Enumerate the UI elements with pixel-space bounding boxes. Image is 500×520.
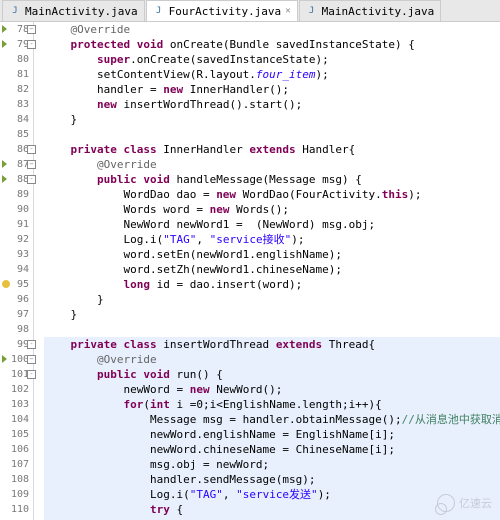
java-file-icon: J — [153, 5, 165, 17]
code-line[interactable]: private class insertWordThread extends T… — [44, 337, 500, 352]
code-line[interactable]: newWord.englishName = EnglishName[i]; — [44, 427, 500, 442]
line-number: 104 — [0, 412, 29, 427]
line-number: 87− — [0, 157, 29, 172]
tab-label: MainActivity.java — [25, 5, 138, 18]
code-line[interactable]: @Override — [44, 352, 500, 367]
fold-toggle-icon[interactable]: − — [27, 160, 36, 169]
line-number: 90 — [0, 202, 29, 217]
line-number: 88- — [0, 172, 29, 187]
code-line[interactable]: WordDao dao = new WordDao(FourActivity.t… — [44, 187, 500, 202]
line-number: 107 — [0, 457, 29, 472]
fold-toggle-icon[interactable]: − — [27, 25, 36, 34]
fold-toggle-icon[interactable]: - — [27, 340, 36, 349]
code-line[interactable]: public void run() { — [44, 367, 500, 382]
line-number: 98 — [0, 322, 29, 337]
code-line[interactable]: public void handleMessage(Message msg) { — [44, 172, 500, 187]
line-number: 102 — [0, 382, 29, 397]
tab-label: MainActivity.java — [322, 5, 435, 18]
override-marker-icon[interactable] — [2, 160, 10, 168]
line-number: 105 — [0, 427, 29, 442]
code-line[interactable]: handler = new InnerHandler(); — [44, 82, 500, 97]
code-line[interactable]: word.setZh(newWord1.chineseName); — [44, 262, 500, 277]
line-number: 108 — [0, 472, 29, 487]
line-number: 99- — [0, 337, 29, 352]
line-gutter: 78−79-80818283848586-87−88-8990919293949… — [0, 22, 34, 520]
line-number: 93 — [0, 247, 29, 262]
code-line[interactable]: Log.i("TAG", "service接收"); — [44, 232, 500, 247]
line-number: 79- — [0, 37, 29, 52]
code-line[interactable]: private class InnerHandler extends Handl… — [44, 142, 500, 157]
watermark-text: 亿速云 — [459, 495, 492, 511]
fold-toggle-icon[interactable]: − — [27, 355, 36, 364]
code-line[interactable]: } — [44, 307, 500, 322]
line-number: 95 — [0, 277, 29, 292]
tab-label: FourActivity.java — [169, 5, 282, 18]
line-number: 89 — [0, 187, 29, 202]
cloud-logo-icon — [437, 494, 455, 512]
code-area[interactable]: @Override protected void onCreate(Bundle… — [34, 22, 500, 520]
line-number: 83 — [0, 97, 29, 112]
line-number: 109 — [0, 487, 29, 502]
line-number: 82 — [0, 82, 29, 97]
fold-toggle-icon[interactable]: - — [27, 175, 36, 184]
code-line[interactable]: try { — [44, 502, 500, 517]
code-line[interactable]: super.onCreate(savedInstanceState); — [44, 52, 500, 67]
java-file-icon: J — [9, 5, 21, 17]
line-number: 100− — [0, 352, 29, 367]
line-number: 97 — [0, 307, 29, 322]
line-number: 96 — [0, 292, 29, 307]
override-marker-icon[interactable] — [2, 40, 10, 48]
line-number: 84 — [0, 112, 29, 127]
override-marker-icon[interactable] — [2, 175, 10, 183]
code-line[interactable]: @Override — [44, 157, 500, 172]
editor-tab[interactable]: J MainActivity.java — [2, 0, 145, 21]
code-line[interactable]: setContentView(R.layout.four_item); — [44, 67, 500, 82]
code-line[interactable]: handler.sendMessage(msg); — [44, 472, 500, 487]
watermark: 亿速云 — [437, 494, 492, 512]
line-number: 80 — [0, 52, 29, 67]
code-line[interactable] — [44, 322, 500, 337]
line-number: 101- — [0, 367, 29, 382]
code-line[interactable]: } — [44, 292, 500, 307]
line-number: 106 — [0, 442, 29, 457]
code-line[interactable]: newWord.chineseName = ChineseName[i]; — [44, 442, 500, 457]
line-number: 94 — [0, 262, 29, 277]
code-line[interactable]: new insertWordThread().start(); — [44, 97, 500, 112]
line-number: 85 — [0, 127, 29, 142]
code-line[interactable]: msg.obj = newWord; — [44, 457, 500, 472]
code-line[interactable]: Words word = new Words(); — [44, 202, 500, 217]
code-line[interactable]: word.setEn(newWord1.englishName); — [44, 247, 500, 262]
fold-toggle-icon[interactable]: - — [27, 145, 36, 154]
fold-toggle-icon[interactable]: - — [27, 40, 36, 49]
java-file-icon: J — [306, 5, 318, 17]
code-line[interactable]: } — [44, 112, 500, 127]
code-line[interactable]: protected void onCreate(Bundle savedInst… — [44, 37, 500, 52]
override-marker-icon[interactable] — [2, 25, 10, 33]
editor-tab[interactable]: J FourActivity.java✕ — [146, 0, 298, 21]
editor-area: 78−79-80818283848586-87−88-8990919293949… — [0, 22, 500, 520]
fold-toggle-icon[interactable]: - — [27, 370, 36, 379]
line-number: 86- — [0, 142, 29, 157]
line-number: 110 — [0, 502, 29, 517]
override-marker-icon[interactable] — [2, 355, 10, 363]
line-number: 78− — [0, 22, 29, 37]
close-icon[interactable]: ✕ — [285, 6, 290, 16]
code-line[interactable]: NewWord newWord1 = (NewWord) msg.obj; — [44, 217, 500, 232]
editor-tab[interactable]: J MainActivity.java — [299, 0, 442, 21]
line-number: 81 — [0, 67, 29, 82]
code-line[interactable]: long id = dao.insert(word); — [44, 277, 500, 292]
code-line[interactable]: newWord = new NewWord(); — [44, 382, 500, 397]
code-line[interactable] — [44, 127, 500, 142]
code-line[interactable]: Log.i("TAG", "service发送"); — [44, 487, 500, 502]
line-number: 103 — [0, 397, 29, 412]
code-line[interactable]: @Override — [44, 22, 500, 37]
warning-bulb-icon[interactable] — [2, 280, 10, 288]
line-number: 92 — [0, 232, 29, 247]
editor-tabs: J MainActivity.java J FourActivity.java✕ J Ma… — [0, 0, 500, 22]
line-number: 91 — [0, 217, 29, 232]
code-line[interactable]: Message msg = handler.obtainMessage();//… — [44, 412, 500, 427]
code-line[interactable]: for(int i =0;i<EnglishName.length;i++){ — [44, 397, 500, 412]
